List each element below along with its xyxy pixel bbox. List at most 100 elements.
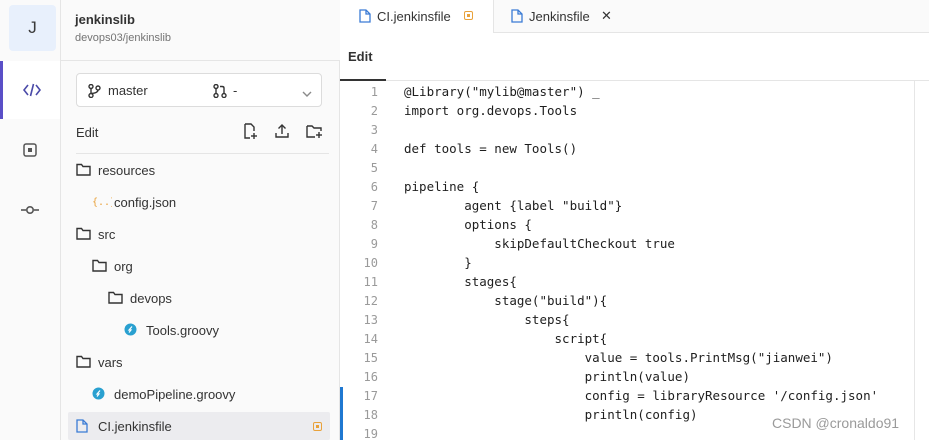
tree-folder[interactable]: org: [68, 252, 330, 280]
code-line[interactable]: 3: [340, 121, 929, 140]
code-line[interactable]: 5: [340, 159, 929, 178]
tree-folder[interactable]: vars: [68, 348, 330, 376]
code-line[interactable]: 17 config = libraryResource '/config.jso…: [340, 387, 929, 406]
code-line[interactable]: 12 stage("build"){: [340, 292, 929, 311]
code-line[interactable]: 15 value = tools.PrintMsg("jianwei"): [340, 349, 929, 368]
code-text: agent {label "build"}: [404, 198, 623, 213]
code-icon[interactable]: [0, 61, 60, 119]
code-line[interactable]: 8 options {: [340, 216, 929, 235]
line-number: 5: [370, 161, 378, 175]
line-number: 18: [363, 408, 378, 422]
tab-label: Jenkinsfile: [529, 9, 590, 24]
tree-item-label: devops: [130, 291, 172, 306]
tab-edit[interactable]: Edit: [348, 49, 373, 64]
editor-scrollbar[interactable]: [914, 81, 915, 440]
line-number: 7: [370, 199, 378, 213]
new-folder-icon[interactable]: [306, 123, 326, 143]
code-line[interactable]: 14 script{: [340, 330, 929, 349]
branch-icon: [88, 83, 101, 101]
tree-item-label: config.json: [114, 195, 177, 210]
tree-item-label: Tools.groovy: [146, 323, 219, 338]
tree-file[interactable]: CI.jenkinsfile: [68, 412, 330, 440]
tree-file[interactable]: demoPipeline.groovy: [68, 380, 330, 408]
line-number: 11: [363, 275, 378, 289]
folder-icon: [76, 355, 91, 371]
line-number: 17: [363, 389, 378, 403]
code-line[interactable]: 10 }: [340, 254, 929, 273]
line-number: 4: [370, 142, 378, 156]
json-file-icon: {..}: [92, 195, 116, 211]
tree-item-label: resources: [98, 163, 156, 178]
line-number: 19: [363, 427, 378, 440]
sidebar-divider: [76, 153, 329, 154]
code-text: options {: [404, 217, 532, 232]
code-line[interactable]: 11 stages{: [340, 273, 929, 292]
code-text: value = tools.PrintMsg("jianwei"): [404, 350, 833, 365]
code-line[interactable]: 2 import org.devops.Tools: [340, 102, 929, 121]
activity-bar: J: [0, 0, 61, 440]
code-line[interactable]: 1 @Library("mylib@master") _: [340, 83, 929, 102]
code-text: @Library("mylib@master") _: [404, 84, 600, 99]
code-text: }: [404, 255, 472, 270]
tree-folder[interactable]: devops: [68, 284, 330, 312]
code-text: def tools = new Tools(): [404, 141, 578, 156]
line-number: 8: [370, 218, 378, 232]
project-path: devops03/jenkinslib: [75, 32, 172, 44]
groovy-file-icon: [92, 387, 105, 403]
code-line[interactable]: 13 steps{: [340, 311, 929, 330]
editor-mode-bar: Edit: [340, 33, 929, 81]
code-line[interactable]: 4 def tools = new Tools(): [340, 140, 929, 159]
line-number: 15: [363, 351, 378, 365]
code-text: println(value): [404, 369, 690, 384]
folder-icon: [76, 163, 91, 179]
branch-selector[interactable]: master -: [76, 73, 322, 107]
tab-jenkinsfile[interactable]: Jenkinsfile ✕: [495, 0, 635, 33]
line-number: 12: [363, 294, 378, 308]
file-icon: [359, 9, 371, 26]
code-text: config = libraryResource '/config.json': [404, 388, 879, 403]
line-number: 3: [370, 123, 378, 137]
watermark: CSDN @cronaldo91: [772, 415, 900, 431]
code-text: stage("build"){: [404, 293, 608, 308]
code-line[interactable]: 16 println(value): [340, 368, 929, 387]
tree-file[interactable]: Tools.groovy: [68, 316, 330, 344]
project-name[interactable]: jenkinslib: [75, 12, 135, 27]
tree-folder[interactable]: src: [68, 220, 330, 248]
code-text: script{: [404, 331, 608, 346]
code-text: pipeline {: [404, 179, 480, 194]
project-avatar[interactable]: J: [9, 5, 56, 51]
folder-icon: [108, 291, 123, 307]
close-icon[interactable]: ✕: [601, 8, 612, 24]
line-number: 2: [370, 104, 378, 118]
upload-icon[interactable]: [274, 123, 294, 143]
tree-item-label: src: [98, 227, 116, 242]
code-text: steps{: [404, 312, 570, 327]
tree-item-label: org: [114, 259, 133, 274]
svg-text:{..}: {..}: [92, 197, 112, 208]
tab-label: CI.jenkinsfile: [377, 9, 451, 24]
code-editor[interactable]: 1 @Library("mylib@master") _ 2 import org.d…: [340, 81, 929, 440]
commit-icon[interactable]: [0, 181, 60, 239]
tree-item-label: vars: [98, 355, 123, 370]
tree-folder[interactable]: resources: [68, 156, 330, 184]
chevron-down-icon: [302, 86, 312, 101]
merge-request-value: -: [233, 83, 238, 98]
tree-file[interactable]: {..}config.json: [68, 188, 330, 216]
file-sidebar: master - Edit resources {..}config.json sr…: [61, 61, 340, 440]
tab-ci-jenkinsfile[interactable]: CI.jenkinsfile: [340, 0, 494, 34]
code-line[interactable]: 6 pipeline {: [340, 178, 929, 197]
line-number: 6: [370, 180, 378, 194]
line-number: 9: [370, 237, 378, 251]
code-text: import org.devops.Tools: [404, 103, 578, 118]
project-initial: J: [28, 18, 37, 37]
code-line[interactable]: 9 skipDefaultCheckout true: [340, 235, 929, 254]
file-icon: [76, 419, 88, 436]
code-line[interactable]: 7 agent {label "build"}: [340, 197, 929, 216]
new-file-icon[interactable]: [242, 123, 262, 143]
tree-item-label: CI.jenkinsfile: [98, 419, 172, 434]
review-icon[interactable]: [0, 121, 60, 179]
sidebar-toolbar: Edit: [76, 123, 329, 147]
line-number: 14: [363, 332, 378, 346]
line-number: 1: [370, 85, 378, 99]
editor-tabs: CI.jenkinsfile Jenkinsfile ✕: [340, 0, 929, 34]
